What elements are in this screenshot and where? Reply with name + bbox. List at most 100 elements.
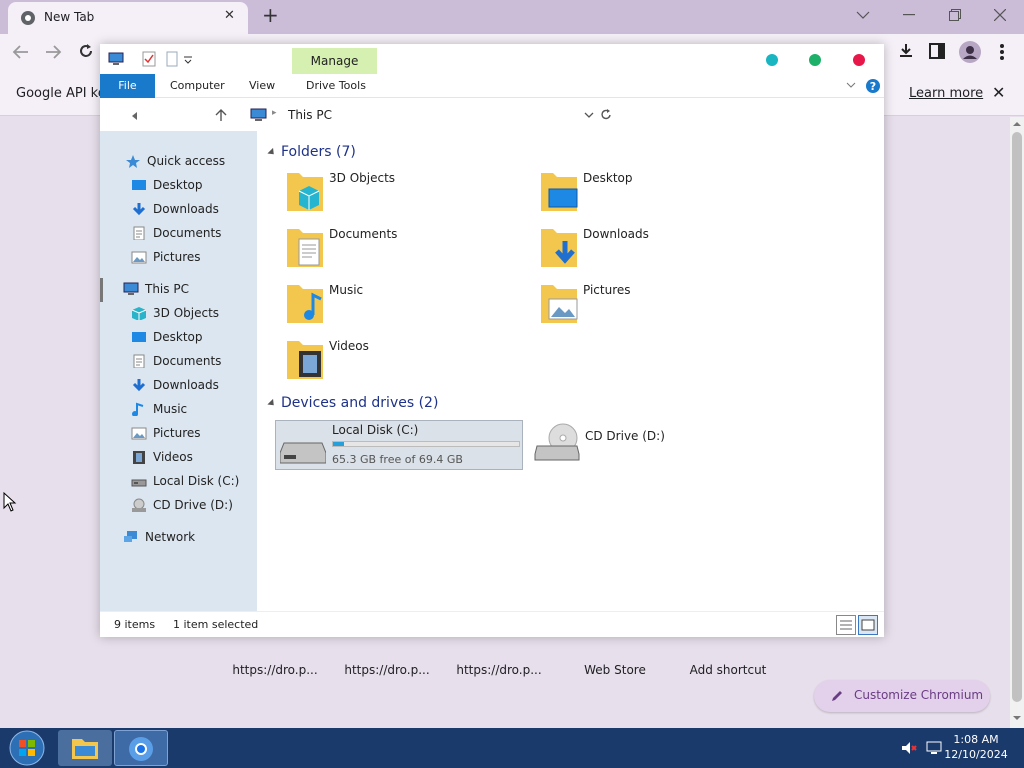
window-close-icon[interactable] xyxy=(994,9,1006,21)
svg-text:?: ? xyxy=(870,80,876,93)
folder-videos[interactable]: Videos xyxy=(285,337,535,389)
large-icons-view-icon[interactable] xyxy=(858,615,878,635)
nav-qa-downloads[interactable]: Downloads📌 xyxy=(131,198,286,220)
folder-desktop[interactable]: Desktop xyxy=(539,169,789,221)
folder-downloads[interactable]: Downloads xyxy=(539,225,789,277)
reload-icon[interactable] xyxy=(78,43,94,59)
address-row: ▸ This PC xyxy=(100,99,884,131)
desktop-icon xyxy=(132,332,146,342)
music-note-icon xyxy=(132,402,144,416)
pencil-icon xyxy=(832,691,842,701)
mouse-cursor-icon xyxy=(3,492,17,512)
clock-date: 12/10/2024 xyxy=(944,748,1008,761)
tab-file[interactable]: File xyxy=(100,74,155,98)
ribbon-expand-icon[interactable] xyxy=(846,82,856,90)
tab-new-tab[interactable]: New Tab ✕ xyxy=(8,2,248,34)
shortcut-web-store[interactable]: Web Store xyxy=(559,663,671,677)
back-icon[interactable] xyxy=(12,44,30,60)
folders-group-header[interactable]: Folders (7) xyxy=(281,144,356,160)
customize-label: Customize Chromium xyxy=(854,688,984,702)
tab-close-icon[interactable]: ✕ xyxy=(224,8,235,23)
nav-qa-documents[interactable]: Documents📌 xyxy=(131,222,286,244)
taskbar-file-explorer[interactable] xyxy=(58,730,112,766)
content-pane: Folders (7) 3D Objects Desktop Documents… xyxy=(257,131,884,611)
folder-documents[interactable]: Documents xyxy=(285,225,535,277)
taskbar-chromium[interactable] xyxy=(114,730,168,766)
explorer-titlebar: Manage xyxy=(100,44,884,74)
shortcut-tile[interactable]: https://dro.p... xyxy=(331,663,443,677)
profile-avatar-icon[interactable] xyxy=(959,41,981,63)
new-tab-button[interactable]: + xyxy=(262,3,279,27)
folder-documents-icon xyxy=(287,229,323,267)
taskbar-clock[interactable]: 1:08 AM 12/10/2024 xyxy=(938,732,1014,762)
side-panel-icon[interactable] xyxy=(929,43,945,59)
shortcut-tile[interactable]: https://dro.p... xyxy=(443,663,555,677)
desktop-icon xyxy=(132,180,146,190)
learn-more-link[interactable]: Learn more xyxy=(909,86,983,101)
up-arrow-icon[interactable] xyxy=(214,108,228,122)
nav-qa-pictures[interactable]: Pictures📌 xyxy=(131,246,286,268)
tab-computer[interactable]: Computer xyxy=(162,74,233,98)
status-selected-count: 1 item selected xyxy=(173,618,259,631)
folder-downloads-icon xyxy=(541,229,577,267)
folder-3d-objects[interactable]: 3D Objects xyxy=(285,169,535,221)
download-icon[interactable] xyxy=(897,42,915,60)
start-button-icon[interactable] xyxy=(8,730,46,766)
breadcrumb-separator-icon: ▸ xyxy=(272,108,277,118)
restore-icon[interactable] xyxy=(949,9,961,21)
collapse-drives-icon[interactable] xyxy=(267,398,277,409)
cube-icon xyxy=(131,307,147,320)
download-arrow-icon xyxy=(132,203,146,216)
properties-icon[interactable] xyxy=(142,51,156,67)
drives-group-header[interactable]: Devices and drives (2) xyxy=(281,395,438,411)
drive-usage-fill xyxy=(333,442,345,446)
clock-time: 1:08 AM xyxy=(953,733,999,746)
folder-music-icon xyxy=(287,285,323,323)
infobar-close-icon[interactable]: ✕ xyxy=(992,83,1005,102)
refresh-icon[interactable] xyxy=(600,108,612,122)
address-dropdown-icon[interactable] xyxy=(584,112,594,120)
quick-access-dropdown-icon[interactable] xyxy=(184,56,192,64)
scrollbar-thumb[interactable] xyxy=(1012,132,1022,702)
tab-search-icon[interactable] xyxy=(856,10,870,20)
customize-chromium-button[interactable]: Customize Chromium xyxy=(814,680,990,712)
scroll-down-icon[interactable] xyxy=(1012,714,1022,722)
hard-drive-icon xyxy=(280,442,326,464)
drive-name: Local Disk (C:) xyxy=(332,423,419,437)
maximize-dot-icon[interactable] xyxy=(808,53,822,67)
picture-icon xyxy=(131,251,147,264)
minimize-dot-icon[interactable] xyxy=(765,53,779,67)
help-icon[interactable]: ? xyxy=(865,78,881,94)
details-view-icon[interactable] xyxy=(836,615,856,635)
folder-pictures[interactable]: Pictures xyxy=(539,281,789,333)
back-arrow-icon[interactable] xyxy=(130,111,138,121)
minimize-icon[interactable] xyxy=(903,14,915,16)
shortcut-tile[interactable]: https://dro.p... xyxy=(219,663,331,677)
drive-local-disk[interactable]: Local Disk (C:) 65.3 GB free of 69.4 GB xyxy=(275,420,523,470)
tab-strip: New Tab ✕ + xyxy=(0,0,1024,34)
collapse-folders-icon[interactable] xyxy=(267,147,277,158)
nav-qa-desktop[interactable]: Desktop📌 xyxy=(131,174,286,196)
manage-context-tab[interactable]: Manage xyxy=(292,48,377,74)
chromium-icon xyxy=(21,11,35,25)
folder-desktop-icon xyxy=(541,173,578,211)
folder-music[interactable]: Music xyxy=(285,281,535,333)
computer-icon xyxy=(108,52,124,65)
folder-icon xyxy=(72,739,98,759)
volume-muted-icon[interactable] xyxy=(900,740,918,756)
ribbon-tabs: File Computer View Drive Tools ? xyxy=(100,74,884,98)
status-item-count: 9 items xyxy=(114,618,156,631)
menu-icon[interactable] xyxy=(999,43,1005,61)
close-dot-icon[interactable] xyxy=(852,53,866,67)
tab-drive-tools[interactable]: Drive Tools xyxy=(298,74,374,98)
picture-icon xyxy=(131,427,147,440)
drive-cd[interactable]: CD Drive (D:) xyxy=(533,420,781,470)
scroll-up-icon[interactable] xyxy=(1012,120,1022,128)
hard-drive-icon xyxy=(131,479,147,487)
address-bar[interactable]: This PC xyxy=(288,108,332,122)
cd-drive-icon xyxy=(534,423,580,461)
new-folder-icon[interactable] xyxy=(166,51,178,67)
tab-view[interactable]: View xyxy=(241,74,283,98)
forward-icon[interactable] xyxy=(44,44,62,60)
add-shortcut[interactable]: Add shortcut xyxy=(672,663,784,677)
